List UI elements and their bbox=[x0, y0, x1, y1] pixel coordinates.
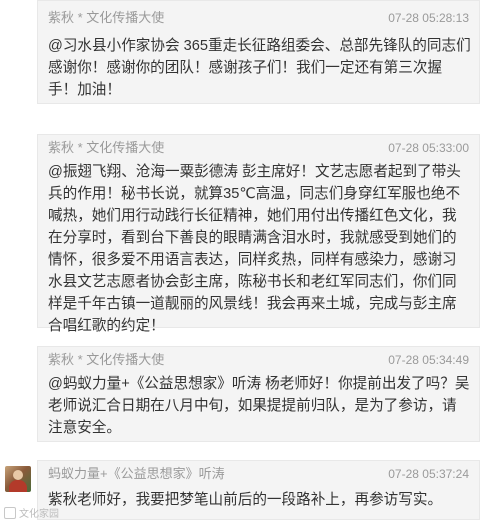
comment-time: 07-28 05:37:24 bbox=[388, 467, 469, 481]
comment-text: 紫秋老师好，我要把梦笔山前后的一段路补上，再参访写实。 bbox=[48, 492, 443, 508]
comment-meta: 蚂蚁力量+《公益思想家》听涛 07-28 05:37:24 bbox=[48, 465, 469, 483]
comment-meta: 紫秋 * 文化传播大使 07-28 05:34:49 bbox=[48, 351, 469, 369]
comment-meta: 紫秋 * 文化传播大使 07-28 05:33:00 bbox=[48, 139, 469, 157]
comment-text: @振翅飞翔、沧海一粟彭德涛 彭主席好！文艺志愿者起到了带头兵的作用！秘书长说，就… bbox=[48, 164, 461, 334]
comment-text: @蚂蚁力量+《公益思想家》听涛 杨老师好！你提前出发了吗？吴老师说汇合日期在八月… bbox=[48, 376, 470, 436]
comment-time: 07-28 05:33:00 bbox=[388, 141, 469, 155]
comment-author[interactable]: 紫秋 * 文化传播大使 bbox=[48, 351, 164, 369]
comment-author[interactable]: 紫秋 * 文化传播大使 bbox=[48, 9, 164, 27]
comment-card: 紫秋 * 文化传播大使 07-28 05:33:00 @振翅飞翔、沧海一粟彭德涛… bbox=[37, 134, 480, 334]
watermark: 文化家园 bbox=[4, 507, 59, 521]
user-avatar[interactable] bbox=[5, 466, 31, 492]
comment-card: 紫秋 * 文化传播大使 07-28 05:28:13 @习水县小作家协会 365… bbox=[37, 0, 480, 104]
comment-author[interactable]: 蚂蚁力量+《公益思想家》听涛 bbox=[48, 465, 225, 483]
comment-card: 紫秋 * 文化传播大使 07-28 05:34:49 @蚂蚁力量+《公益思想家》… bbox=[37, 346, 480, 442]
comment-text: @习水县小作家协会 365重走长征路组委会、总部先锋队的同志们感谢你！感谢你的团… bbox=[48, 38, 471, 98]
comment-card: 蚂蚁力量+《公益思想家》听涛 07-28 05:37:24 紫秋老师好，我要把梦… bbox=[37, 460, 480, 520]
comment-time: 07-28 05:34:49 bbox=[388, 353, 469, 367]
comment-author[interactable]: 紫秋 * 文化传播大使 bbox=[48, 139, 164, 157]
watermark-text: 文化家园 bbox=[19, 509, 59, 520]
comment-time: 07-28 05:28:13 bbox=[388, 11, 469, 25]
watermark-logo-icon bbox=[4, 507, 16, 519]
comment-meta: 紫秋 * 文化传播大使 07-28 05:28:13 bbox=[48, 9, 469, 27]
